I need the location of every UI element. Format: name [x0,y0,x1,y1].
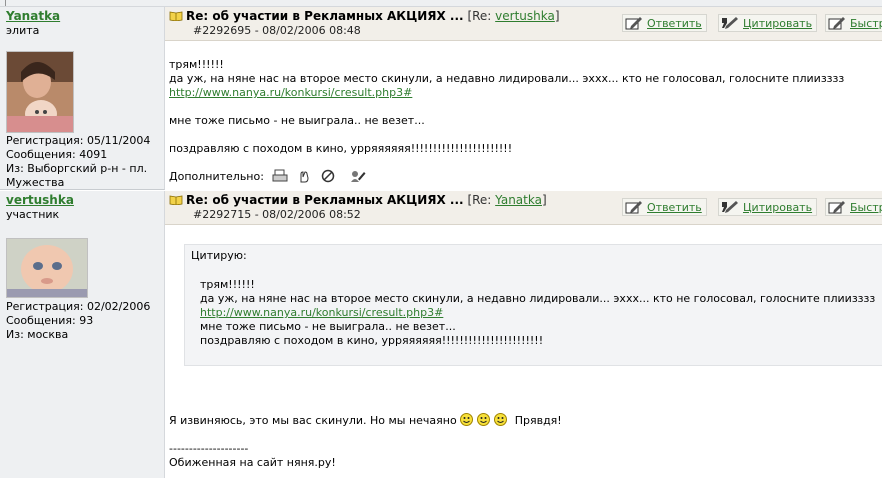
print-icon[interactable] [272,169,288,183]
top-strip: | [0,0,882,7]
body-text-after: Прявдя! [514,414,562,427]
message-count: Сообщения: 4091 [6,148,108,161]
quick-reply-icon [828,17,845,30]
avatar[interactable] [6,51,74,133]
open-book-icon [169,195,183,205]
scroll-remnant: | [4,0,7,6]
body-line: поздравляю с походом в кино, урряяяяяя!!… [169,142,513,155]
block-icon[interactable] [320,169,336,183]
re-suffix: ] [554,9,560,23]
avatar[interactable] [6,238,88,298]
quote-button[interactable]: Цитировать [718,198,818,216]
body-line: мне тоже письмо - не выиграла.. не везет… [169,114,425,127]
quick-reply-button[interactable]: Быстр [825,198,882,216]
post-header: Re: об участии в Рекламных АКЦИЯХ ... [R… [165,7,882,41]
smiley-icon [494,413,508,426]
post-header: Re: об участии в Рекламных АКЦИЯХ ... [R… [165,191,882,225]
smiley-icon [477,413,491,426]
body-line: да уж, на няне нас на второе место скину… [169,72,845,85]
message-count: Сообщения: 93 [6,314,94,327]
quote-label-text: Цитирую: [191,249,247,262]
signature-divider: -------------------- [169,442,249,455]
hand-pointer-icon[interactable] [296,169,312,183]
body-text: Я извиняюсь, это мы вас скинули. Но мы н… [169,414,457,427]
extras-label: Дополнительно: [169,169,264,183]
reply-button[interactable]: Ответить [622,198,707,216]
quote-icon [722,17,738,29]
location: Из: москва [6,328,69,341]
body-line: Я извиняюсь, это мы вас скинули. Но мы н… [169,413,878,428]
avatar-image [7,52,73,132]
subject-text[interactable]: Re: об участии в Рекламных АКЦИЯХ ... [186,9,464,23]
author-panel: Yanatka элита Регистрация: 05/11/2004 Со… [0,7,165,190]
quick-reply-button[interactable]: Быстр [825,14,882,32]
post-body: Я извиняюсь, это мы вас скинули. Но мы н… [169,413,878,470]
quote-block: Цитирую: трям!!!!!! да уж, на няне нас н… [184,244,882,366]
body-line: трям!!!!!! [169,58,224,71]
re-user-link[interactable]: Yanatka [495,193,542,207]
post-body: трям!!!!!! да уж, на няне нас на второе … [169,58,878,156]
open-book-icon [169,11,183,21]
reply-button[interactable]: Ответить [622,14,707,32]
re-prefix: [Re: [467,9,492,23]
author-name-link[interactable]: Yanatka [6,9,60,23]
post-subject: Re: об участии в Рекламных АКЦИЯХ ... [R… [169,9,560,23]
reply-icon [625,17,642,30]
signature: Обиженная на сайт няня.ру! [169,456,336,469]
quote-button[interactable]: Цитировать [718,14,818,32]
author-rank: участник [6,208,60,221]
post-number-date: #2292715 - 08/02/2006 08:52 [193,208,361,221]
quote-label: Цитировать [743,200,813,214]
reply-label: Ответить [647,200,702,214]
registration-date: Регистрация: 05/11/2004 [6,134,151,147]
author-panel: vertushka участник Регистрация: 02/02/20… [0,191,165,478]
quick-reply-label: Быстр [850,200,882,214]
quote-line: трям!!!!!! [200,278,255,291]
quote-link[interactable]: http://www.nanya.ru/konkursi/cresult.php… [200,306,443,319]
post-subject: Re: об участии в Рекламных АКЦИЯХ ... [R… [169,193,547,207]
author-name-link[interactable]: vertushka [6,193,74,207]
re-user-link[interactable]: vertushka [495,9,555,23]
avatar-image [7,239,87,297]
post: Yanatka элита Регистрация: 05/11/2004 Со… [0,7,882,190]
reply-icon [625,201,642,214]
post-number-date: #2292695 - 08/02/2006 08:48 [193,24,361,37]
re-suffix: ] [541,193,547,207]
edit-user-icon[interactable] [350,169,366,183]
author-info: Регистрация: 05/11/2004 Сообщения: 4091 … [6,134,158,190]
quick-reply-label: Быстр [850,16,882,30]
quote-line: мне тоже письмо - не выиграла.. не везет… [200,320,456,333]
quote-line: поздравляю с походом в кино, урряяяяяя!!… [200,334,544,347]
subject-text[interactable]: Re: об участии в Рекламных АКЦИЯХ ... [186,193,464,207]
extras-bar: Дополнительно: [169,169,366,183]
smiley-icon [460,413,474,426]
re-prefix: [Re: [467,193,492,207]
post: vertushka участник Регистрация: 02/02/20… [0,191,882,478]
body-link[interactable]: http://www.nanya.ru/konkursi/cresult.php… [169,86,412,99]
reply-label: Ответить [647,16,702,30]
registration-date: Регистрация: 02/02/2006 [6,300,151,313]
location: Из: Выборгский р-н - пл. Мужества [6,162,148,189]
quote-icon [722,201,738,213]
quote-label: Цитировать [743,16,813,30]
quote-line: да уж, на няне нас на второе место скину… [200,292,876,305]
quick-reply-icon [828,201,845,214]
author-info: Регистрация: 02/02/2006 Сообщения: 93 Из… [6,300,158,342]
author-rank: элита [6,24,40,37]
quote-text: трям!!!!!! да уж, на няне нас на второе … [200,278,875,348]
